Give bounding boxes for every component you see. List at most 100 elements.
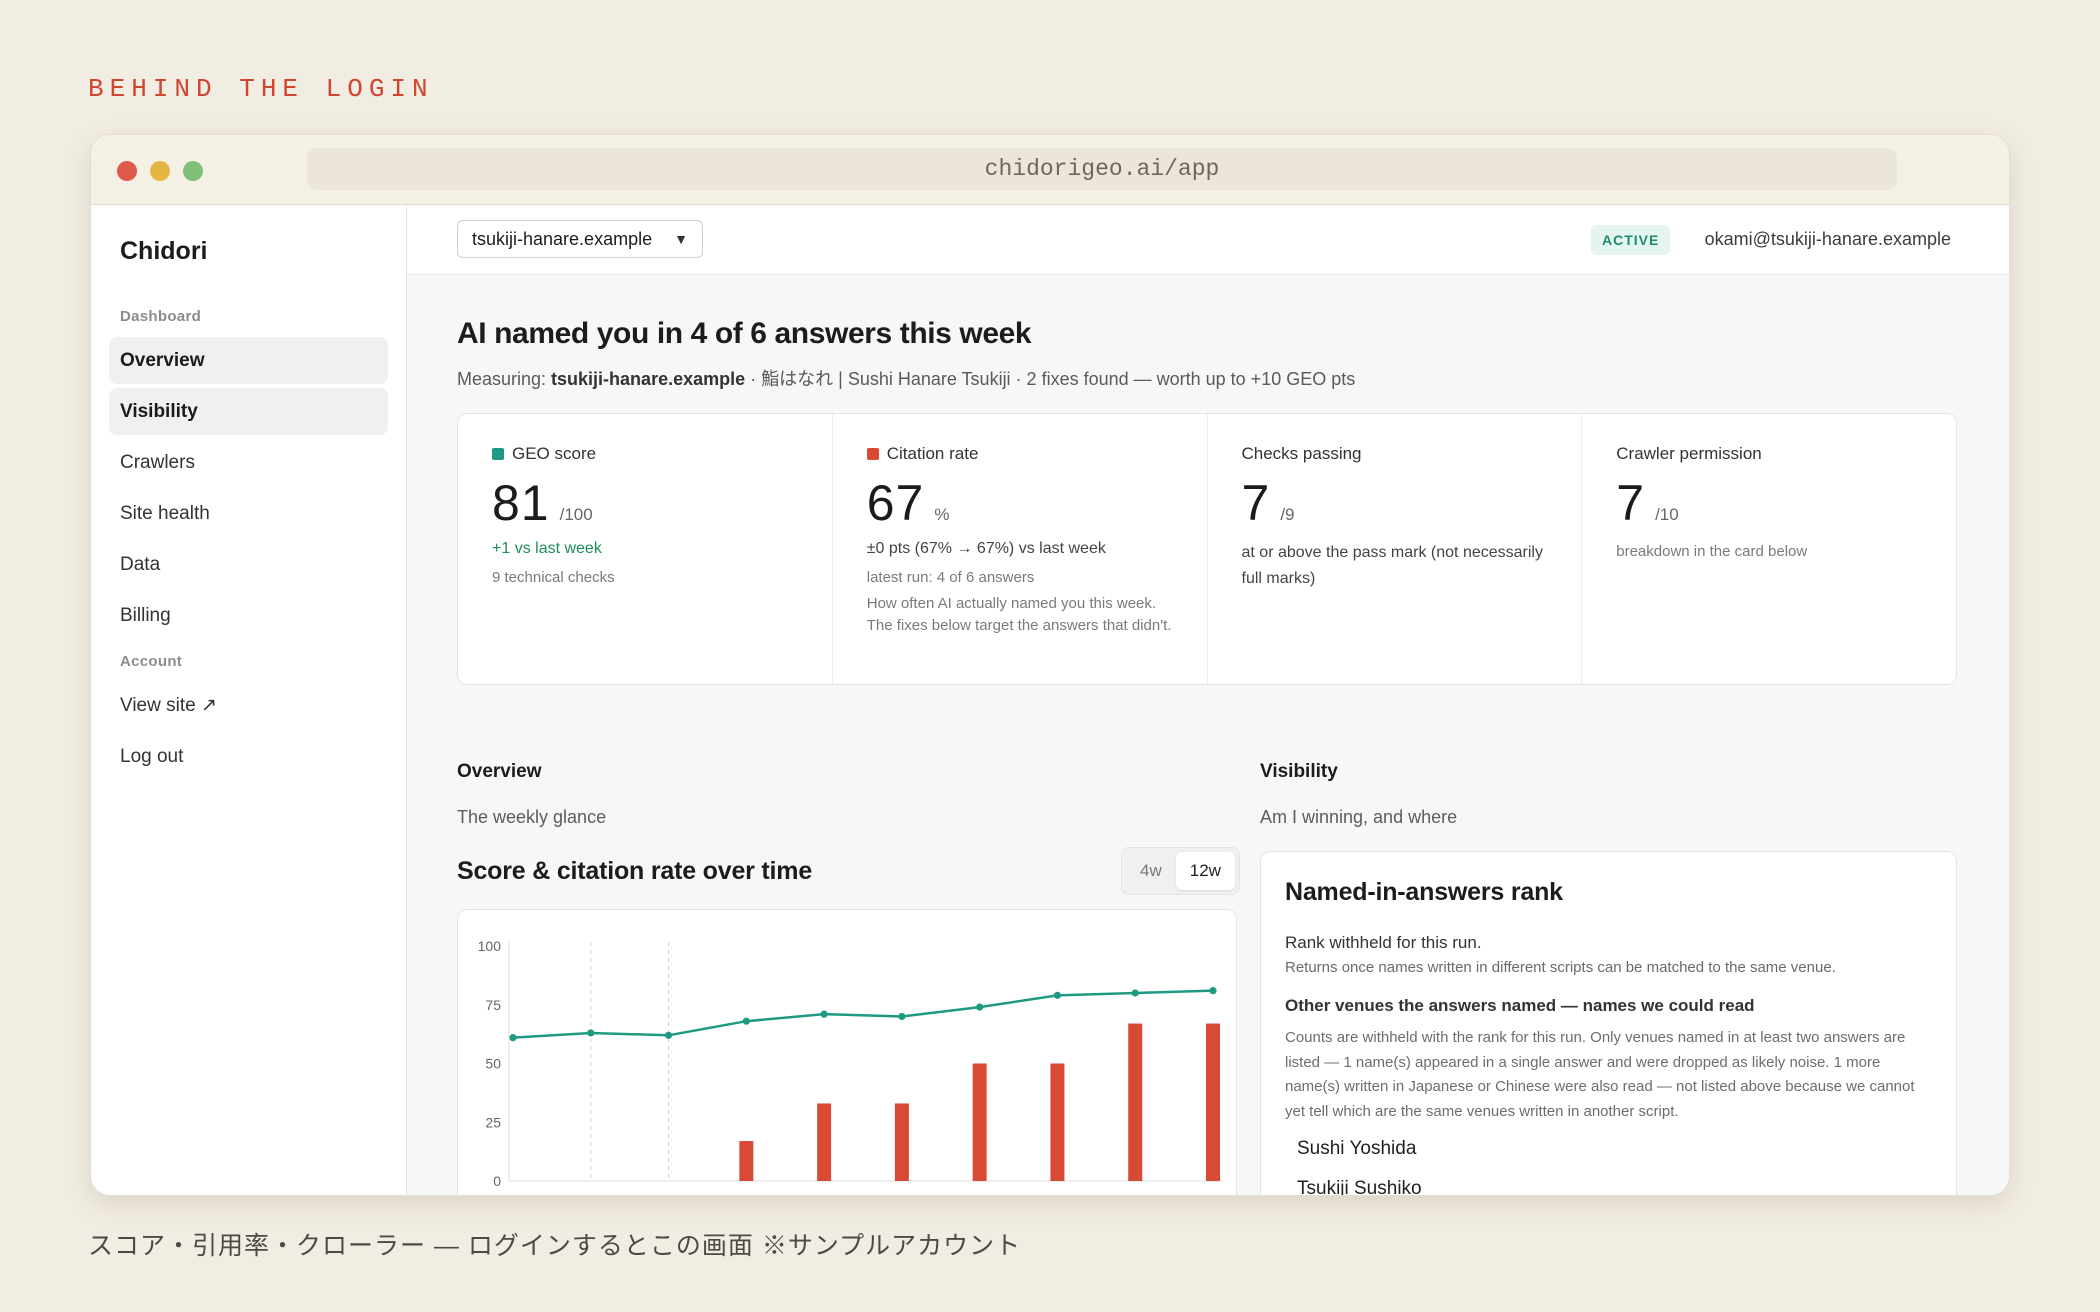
sidebar-item-view-site[interactable]: View site ↗ — [109, 682, 388, 729]
metric-geo-label-row: GEO score — [492, 444, 798, 464]
venue-item: Tsukiji Sushiko — [1297, 1178, 1422, 1195]
metric-geo-note: 9 technical checks — [492, 569, 615, 586]
teal-square-icon — [492, 448, 504, 460]
y-tick-label: 25 — [485, 1114, 501, 1130]
site-select-value: tsukiji-hanare.example — [472, 228, 653, 249]
close-window-dot[interactable] — [117, 161, 137, 181]
y-tick-label: 0 — [493, 1173, 501, 1189]
score-point — [664, 1031, 673, 1039]
metric-geo-score: GEO score 81/100 +1 vs last week 9 techn… — [458, 414, 833, 684]
metric-geo-unit: /100 — [559, 505, 593, 524]
metric-checks-label: Checks passing — [1241, 444, 1362, 463]
range-4w-button[interactable]: 4w — [1126, 852, 1176, 890]
minimize-window-dot[interactable] — [150, 161, 170, 181]
score-point — [898, 1012, 906, 1021]
overview-section-title: Overview — [457, 761, 542, 782]
score-citation-chart: 0 25 50 75 100 — [457, 909, 1237, 1195]
chart-canvas: 0 25 50 75 100 — [478, 938, 1223, 1189]
sidebar-item-overview[interactable]: Overview — [109, 337, 388, 384]
metric-geo-label: GEO score — [512, 444, 597, 463]
sidebar-item-log-out[interactable]: Log out — [109, 733, 388, 780]
score-point — [587, 1029, 595, 1037]
metric-checks-sub: at or above the pass mark (not necessari… — [1241, 544, 1543, 587]
rank-counts-note: Counts are withheld with the rank for th… — [1285, 1029, 1915, 1120]
visibility-section-subtitle: Am I winning, and where — [1260, 807, 1458, 827]
metric-citation-label: Citation rate — [886, 444, 979, 463]
venue-item: Sushi Yoshida — [1297, 1138, 1417, 1159]
measuring-line: Measuring: tsukiji-hanare.example · 鮨はなれ… — [457, 365, 1355, 391]
citation-bar — [1050, 1063, 1065, 1181]
range-toggle: 4w 12w — [1121, 847, 1240, 895]
metrics-card: GEO score 81/100 +1 vs last week 9 techn… — [457, 413, 1957, 685]
metric-crawler-value-row: 7/10 — [1616, 474, 1922, 532]
measuring-details: · 鮨はなれ | Sushi Hanare Tsukiji · 2 fixes … — [745, 369, 1356, 389]
top-bar: tsukiji-hanare.example ▼ ACTIVE okami@ts… — [407, 205, 2009, 275]
score-point — [820, 1010, 828, 1018]
overview-section-subtitle: The weekly glance — [457, 807, 607, 827]
browser-window: chidorigeo.ai/app Chidori Dashboard Over… — [90, 134, 2010, 1196]
metric-crawler-note: breakdown in the card below — [1616, 543, 1808, 560]
score-point — [742, 1017, 750, 1025]
metric-checks-unit: /9 — [1280, 505, 1295, 524]
chart-title: Score & citation rate over time — [457, 857, 813, 885]
metric-crawler-permission: Crawler permission 7/10 breakdown in the… — [1582, 414, 1956, 684]
app-shell: Chidori Dashboard Overview Visibility Cr… — [91, 205, 2009, 1195]
y-tick-label: 75 — [485, 997, 501, 1013]
y-tick-label: 100 — [478, 938, 502, 954]
user-email[interactable]: okami@tsukiji-hanare.example — [1705, 229, 1951, 250]
rank-withheld: Rank withheld for this run. — [1285, 933, 1482, 952]
score-point — [1053, 991, 1062, 999]
metric-citation-unit: % — [934, 505, 950, 524]
metric-geo-delta: +1 vs last week — [492, 540, 602, 557]
nav-section-dashboard: Dashboard — [120, 308, 202, 325]
sidebar-item-data[interactable]: Data — [109, 541, 388, 588]
browser-titlebar: chidorigeo.ai/app — [91, 135, 2009, 205]
score-point — [1131, 989, 1139, 997]
score-point — [976, 1003, 984, 1011]
section-eyebrow: BEHIND THE LOGIN — [88, 74, 434, 104]
y-tick-label: 50 — [485, 1056, 501, 1072]
rank-return-note: Returns once names written in different … — [1285, 959, 1836, 976]
measuring-site: tsukiji-hanare.example — [551, 369, 746, 389]
metric-crawler-value: 7 — [1616, 475, 1646, 531]
metric-checks-value-row: 7/9 — [1242, 474, 1548, 532]
citation-bar — [817, 1103, 832, 1181]
sidebar-item-billing[interactable]: Billing — [109, 592, 388, 639]
metric-crawler-label: Crawler permission — [1616, 444, 1762, 463]
main-content: tsukiji-hanare.example ▼ ACTIVE okami@ts… — [407, 205, 2009, 1195]
citation-bar — [972, 1063, 987, 1181]
metric-citation-rate: Citation rate 67% ±0 pts (67% → 67%) vs … — [833, 414, 1208, 684]
metric-citation-value: 67 — [866, 475, 925, 531]
metric-geo-value-row: 81/100 — [492, 474, 798, 532]
metric-citation-label-row: Citation rate — [866, 444, 1173, 464]
metric-citation-description: How often AI actually named you this wee… — [866, 595, 1172, 634]
score-line — [512, 989, 1214, 1039]
sidebar: Chidori Dashboard Overview Visibility Cr… — [91, 205, 407, 1195]
rank-others-heading: Other venues the answers named — names w… — [1285, 996, 1755, 1015]
metric-citation-delta: ±0 pts (67% → 67%) vs last week — [866, 540, 1106, 557]
metric-citation-note: latest run: 4 of 6 answers — [866, 569, 1035, 586]
metric-checks-value: 7 — [1241, 475, 1271, 531]
metric-checks-passing: Checks passing 7/9 at or above the pass … — [1208, 414, 1583, 684]
chevron-down-icon: ▼ — [674, 231, 688, 247]
citation-bar — [1206, 1023, 1220, 1181]
site-select[interactable]: tsukiji-hanare.example ▼ — [457, 220, 703, 258]
range-12w-button[interactable]: 12w — [1175, 852, 1235, 890]
page-title: AI named you in 4 of 6 answers this week — [457, 317, 1032, 350]
red-square-icon — [866, 448, 879, 460]
rank-title: Named-in-answers rank — [1285, 878, 1563, 906]
measuring-prefix: Measuring: — [457, 369, 552, 389]
page-caption: スコア・引用率・クローラー ― ログインするとこの画面 ※サンプルアカウント — [88, 1232, 1022, 1260]
nav-section-account: Account — [120, 653, 183, 670]
sidebar-item-crawlers[interactable]: Crawlers — [109, 439, 388, 486]
brand-logo[interactable]: Chidori — [120, 237, 388, 266]
maximize-window-dot[interactable] — [183, 161, 203, 181]
rank-card: Named-in-answers rank Rank withheld for … — [1260, 851, 1957, 1195]
status-badge: ACTIVE — [1591, 225, 1671, 255]
sidebar-item-visibility[interactable]: Visibility — [109, 388, 388, 435]
citation-bar — [1128, 1023, 1143, 1181]
citation-bar — [894, 1103, 909, 1181]
sidebar-item-site-health[interactable]: Site health — [109, 490, 388, 537]
address-bar[interactable]: chidorigeo.ai/app — [307, 148, 1897, 190]
score-point — [1209, 987, 1217, 995]
